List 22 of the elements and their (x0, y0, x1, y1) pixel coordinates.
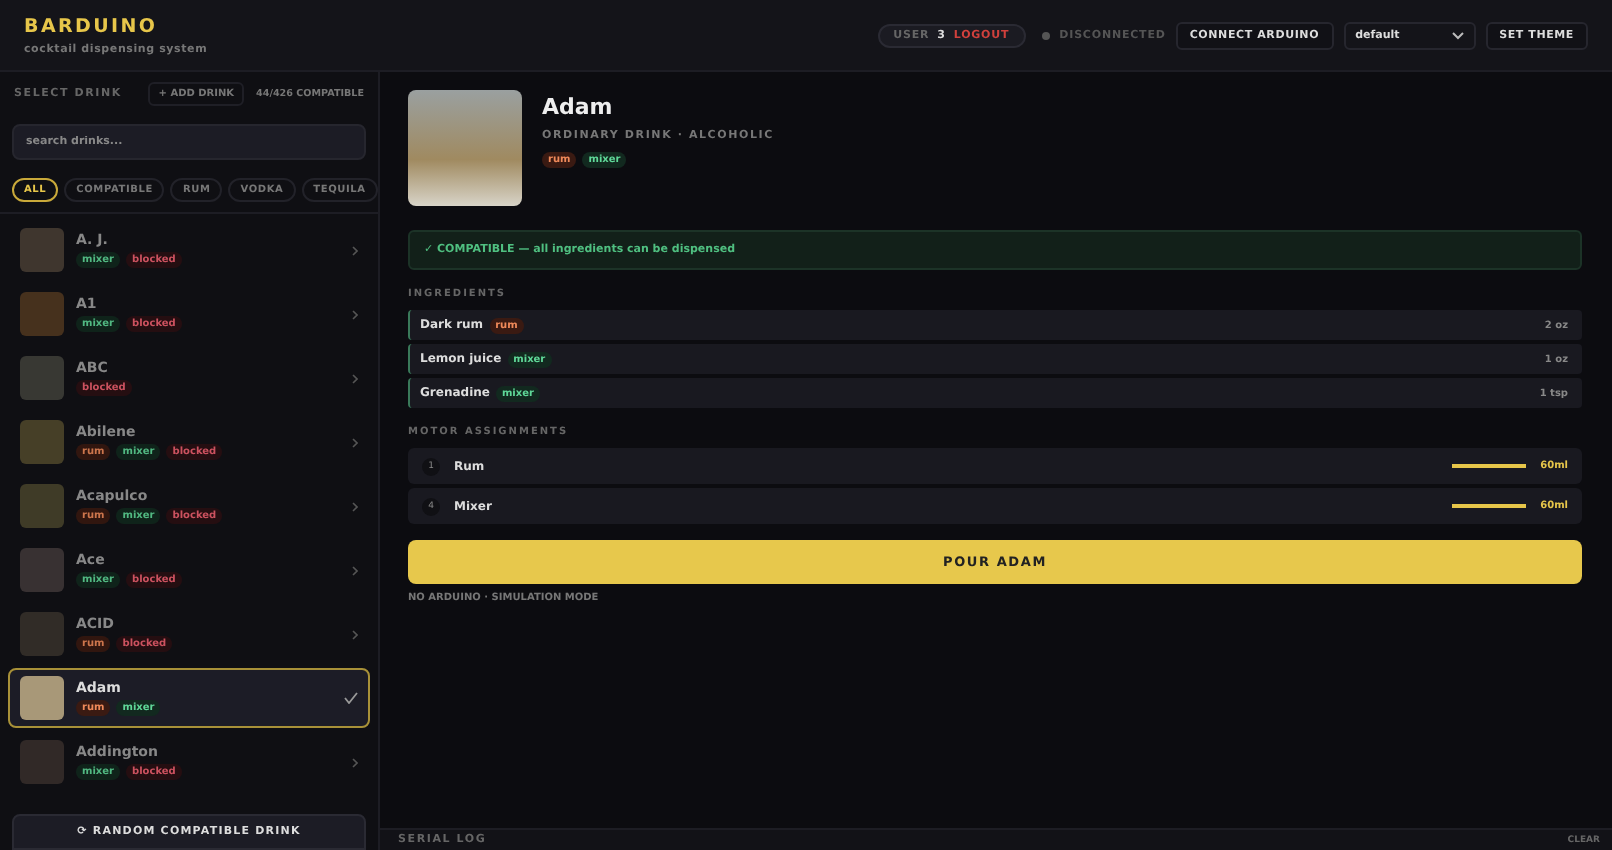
photo-placeholder (20, 484, 64, 528)
chevron-icon (352, 437, 358, 447)
photo-placeholder (20, 356, 64, 400)
chevron-icon (352, 629, 358, 639)
photo-placeholder (20, 228, 64, 272)
caret-icon (1451, 31, 1464, 39)
photo-placeholder (20, 612, 64, 656)
photo-placeholder (20, 420, 64, 464)
chevron-icon (352, 245, 358, 255)
app-title: BARDUINO (24, 15, 160, 37)
chevron-icon (352, 309, 358, 319)
check-icon (344, 692, 358, 704)
chevron-icon (352, 565, 358, 575)
photo-placeholder (20, 740, 64, 784)
photo-placeholder (408, 90, 522, 206)
photo-placeholder (20, 548, 64, 592)
photo-placeholder (20, 292, 64, 336)
drink-title: Adam (542, 94, 615, 120)
chevron-icon (352, 757, 358, 767)
photo-placeholder (20, 676, 64, 720)
chevron-icon (352, 501, 358, 511)
chevron-icon (352, 373, 358, 383)
